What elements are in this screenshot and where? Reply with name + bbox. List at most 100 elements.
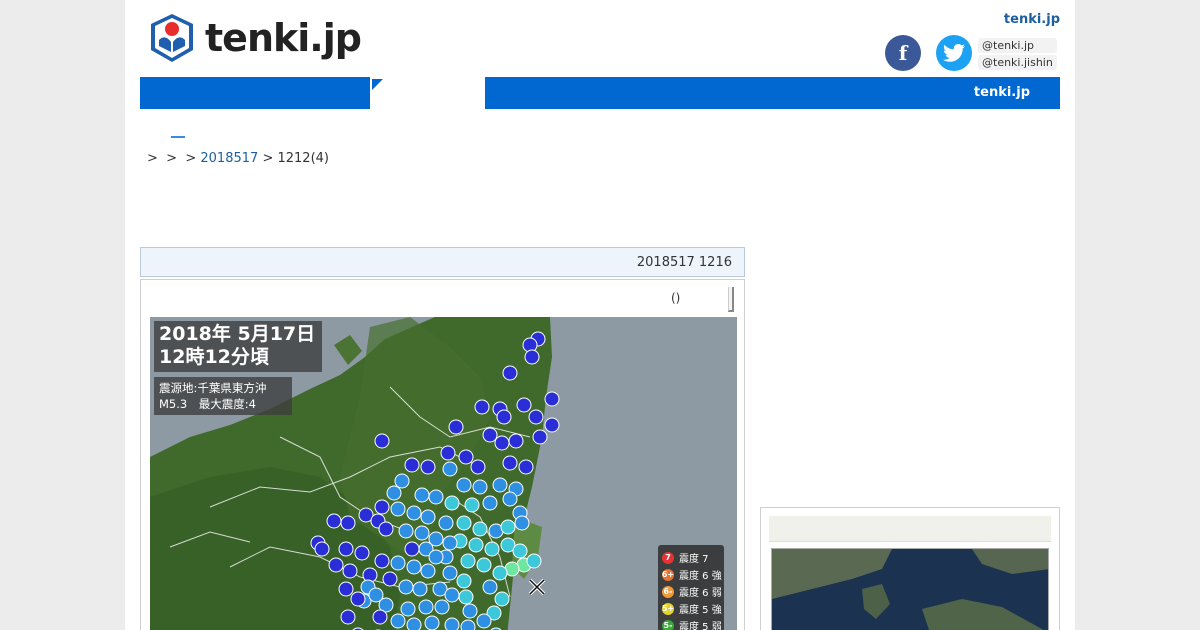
quake-datetime: 2018517 1216: [636, 255, 732, 270]
legend-row: 6- 震度 6 弱: [662, 583, 722, 600]
intensity-marker: [512, 543, 528, 559]
tab-underline: [171, 136, 185, 138]
breadcrumb-separator: >: [185, 151, 197, 166]
intensity-marker: [420, 459, 436, 475]
quake-panel-header: 2018517 1216: [140, 247, 745, 277]
intensity-marker: [378, 521, 394, 537]
legend-badge: 5-: [662, 619, 674, 630]
top-link[interactable]: tenki.jp: [1004, 12, 1060, 27]
intensity-marker: [374, 433, 390, 449]
intensity-marker: [496, 409, 512, 425]
facebook-button[interactable]: f: [885, 35, 921, 71]
intensity-marker: [440, 445, 456, 461]
intensity-marker: [428, 549, 444, 565]
intensity-marker: [438, 515, 454, 531]
intensity-marker: [420, 563, 436, 579]
intensity-marker: [456, 477, 472, 493]
legend-badge: 7: [662, 551, 674, 564]
intensity-marker: [492, 565, 508, 581]
side-panel: [760, 507, 1060, 630]
intensity-marker: [444, 587, 460, 603]
intensity-marker: [394, 473, 410, 489]
legend-row: 6+ 震度 6 強: [661, 566, 722, 583]
intensity-marker: [518, 459, 534, 475]
facebook-handle[interactable]: @tenki.jp: [978, 38, 1057, 53]
intensity-marker: [524, 349, 540, 365]
map-quake-info: 震源地:千葉県東方沖 M5.3 最大震度:4: [154, 377, 292, 415]
intensity-marker: [340, 609, 356, 625]
side-map-graphic: [772, 549, 1048, 630]
breadcrumb-separator: >: [262, 151, 274, 166]
intensity-marker: [350, 591, 366, 607]
intensity-marker: [544, 391, 560, 407]
scroll-handle[interactable]: [728, 287, 734, 312]
intensity-marker: [448, 419, 464, 435]
legend-badge: 6+: [661, 568, 675, 581]
legend-label: 震度 5 強: [679, 605, 722, 616]
breadcrumb-link-date[interactable]: 2018517: [200, 151, 258, 166]
intensity-marker: [326, 513, 342, 529]
side-panel-header: [769, 516, 1051, 542]
intensity-marker: [502, 365, 518, 381]
breadcrumb-separator: >: [166, 151, 178, 166]
intensity-marker: [390, 501, 406, 517]
nav-bar-right[interactable]: tenki.jp: [485, 77, 1060, 109]
intensity-marker: [412, 581, 428, 597]
breadcrumb-separator: >: [147, 151, 158, 166]
intensity-marker: [464, 497, 480, 513]
intensity-marker: [532, 429, 548, 445]
intensity-marker: [476, 613, 492, 629]
legend-row: 7 震度 7: [662, 549, 720, 566]
side-map-thumbnail[interactable]: [771, 548, 1049, 630]
logo-text: tenki.jp: [205, 16, 362, 60]
twitter-handle[interactable]: @tenki.jishin: [978, 55, 1057, 70]
intensity-marker: [404, 457, 420, 473]
intensity-marker: [500, 519, 516, 535]
intensity-marker: [406, 505, 422, 521]
breadcrumb: > > > 2018517 > 1212(4): [147, 151, 329, 166]
map-title-time: 12時12分頃: [159, 346, 269, 368]
intensity-marker: [354, 545, 370, 561]
intensity-marker: [342, 563, 358, 579]
intensity-marker: [442, 535, 458, 551]
nav-bar-left[interactable]: [140, 77, 370, 109]
social-handles: @tenki.jp @tenki.jishin: [978, 38, 1057, 70]
intensity-marker: [374, 553, 390, 569]
intensity-marker: [414, 525, 430, 541]
intensity-marker: [424, 615, 440, 630]
intensity-marker: [390, 613, 406, 629]
intensity-marker: [484, 541, 500, 557]
intensity-marker: [456, 515, 472, 531]
intensity-marker: [442, 565, 458, 581]
intensity-marker: [514, 515, 530, 531]
panel-paren-text: (): [671, 291, 681, 305]
epicenter-text: 震源地:千葉県東方沖: [159, 381, 267, 395]
nav-corner-marker: [372, 79, 383, 90]
intensity-marker: [374, 499, 390, 515]
intensity-marker: [474, 399, 490, 415]
intensity-marker: [400, 601, 416, 617]
map-title: 2018年 5月17日 12時12分頃: [154, 321, 322, 372]
breadcrumb-current: 1212(4): [277, 151, 329, 166]
twitter-button[interactable]: [936, 35, 972, 71]
map-title-date: 2018年 5月17日: [159, 323, 316, 345]
intensity-marker: [404, 541, 420, 557]
site-logo[interactable]: tenki.jp: [149, 12, 362, 64]
nav-right-label[interactable]: tenki.jp: [974, 85, 1030, 100]
intensity-marker: [472, 521, 488, 537]
intensity-legend: 7 震度 7 6+ 震度 6 強 6- 震度 6 弱 5+ 震度 5 強 5-: [658, 545, 724, 630]
facebook-icon: f: [898, 41, 908, 65]
intensity-marker: [406, 617, 422, 630]
intensity-map[interactable]: 2018年 5月17日 12時12分頃 震源地:千葉県東方沖 M5.3 最大震度…: [150, 317, 737, 630]
legend-label: 震度 6 弱: [679, 588, 722, 599]
intensity-marker: [328, 557, 344, 573]
intensity-marker: [462, 603, 478, 619]
intensity-marker: [338, 541, 354, 557]
legend-badge: 6-: [662, 585, 674, 598]
intensity-marker: [460, 553, 476, 569]
intensity-marker: [340, 515, 356, 531]
intensity-marker: [544, 417, 560, 433]
intensity-marker: [502, 491, 518, 507]
magnitude-text: M5.3 最大震度:4: [159, 397, 256, 411]
intensity-marker: [502, 455, 518, 471]
